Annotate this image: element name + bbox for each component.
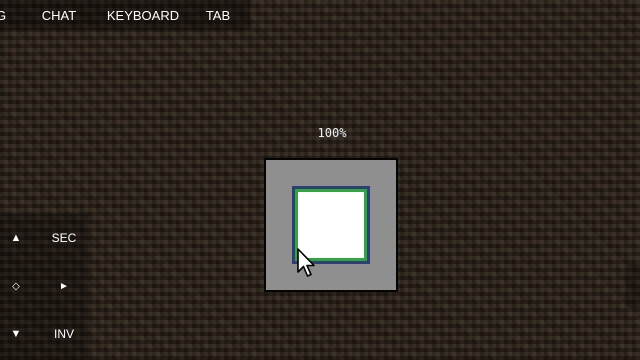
tab-button[interactable]: TAB <box>186 0 250 30</box>
diamond-icon[interactable]: ◇ <box>0 266 36 306</box>
item-slot[interactable] <box>292 186 370 264</box>
arrow-right-icon[interactable]: ► <box>44 266 84 306</box>
right-edge-handle[interactable] <box>626 264 640 308</box>
zoom-level-label: 100% <box>317 126 347 140</box>
cut-off-button[interactable]: G <box>0 0 18 30</box>
arrow-down-icon[interactable]: ▼ <box>0 314 36 354</box>
sec-button[interactable]: SEC <box>40 218 88 258</box>
keyboard-button[interactable]: KEYBOARD <box>100 0 186 30</box>
item-frame[interactable] <box>264 158 398 292</box>
chat-button[interactable]: CHAT <box>18 0 100 30</box>
arrow-up-icon[interactable]: ▲ <box>0 218 36 258</box>
item-slot-fill <box>295 189 367 261</box>
top-toolbar: G CHAT KEYBOARD TAB <box>0 0 250 30</box>
inv-button[interactable]: INV <box>40 314 88 354</box>
cut-off-button-label: G <box>0 7 7 23</box>
left-control-pad: ▲ SEC ◇ ► ▼ INV <box>0 214 88 360</box>
